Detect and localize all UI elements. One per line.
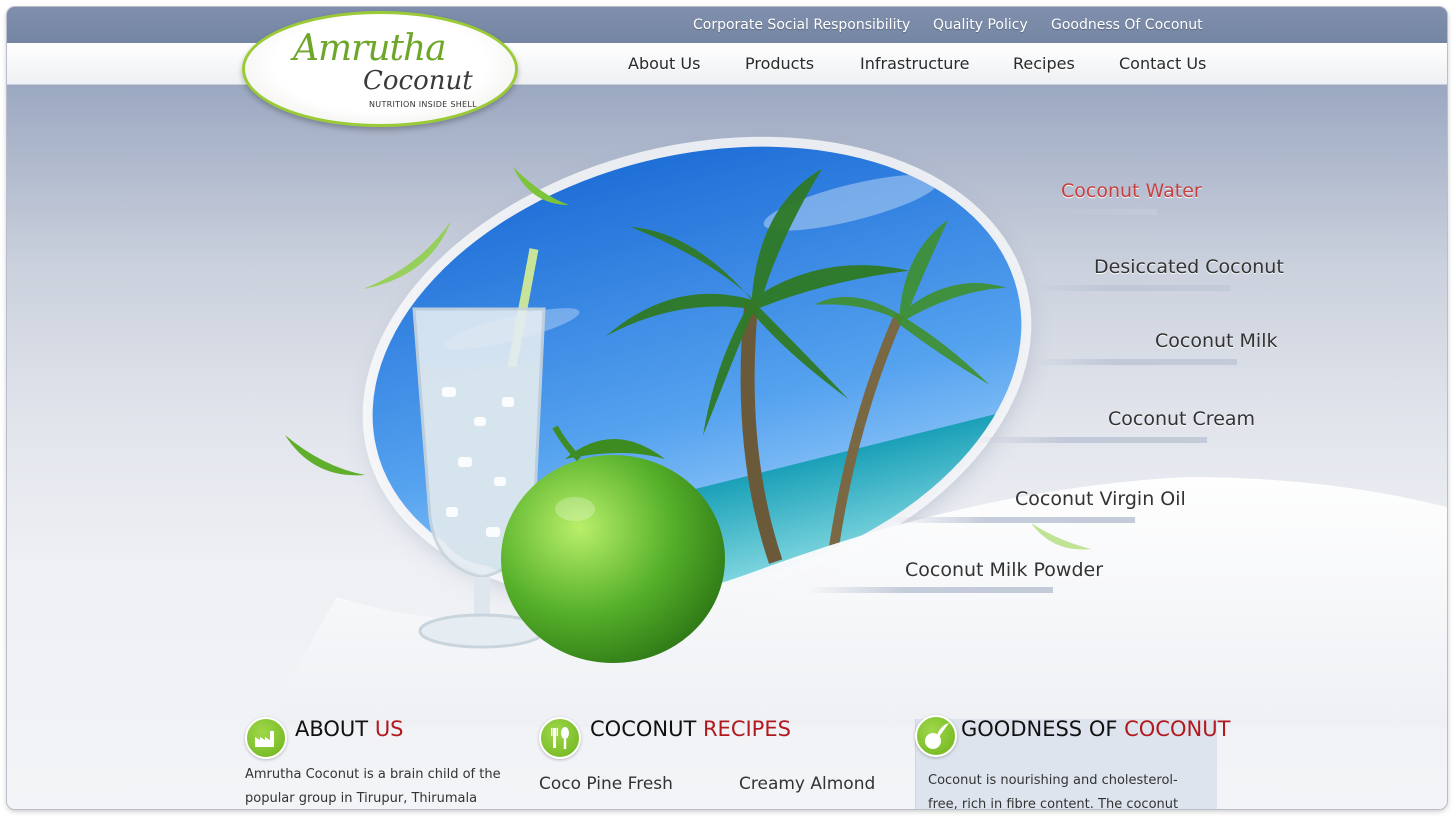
- recipe-coco-pine-fresh[interactable]: Coco Pine Fresh: [539, 774, 673, 794]
- goodness-text-line: Coconut is nourishing and cholesterol-: [928, 773, 1178, 788]
- nav-about-us[interactable]: About Us: [628, 54, 700, 73]
- product-coconut-cream[interactable]: Coconut Cream: [1108, 408, 1255, 430]
- factory-icon: [245, 717, 287, 759]
- nav-recipes[interactable]: Recipes: [1013, 54, 1075, 73]
- product-coconut-milk-powder[interactable]: Coconut Milk Powder: [905, 559, 1103, 581]
- brand-logo[interactable]: Amrutha Coconut NUTRITION INSIDE SHELL: [242, 11, 518, 127]
- product-divider: [1027, 285, 1231, 291]
- flying-leaf-icon: [1031, 523, 1091, 550]
- nav-products[interactable]: Products: [745, 54, 814, 73]
- coconut-leaf-icon: [915, 715, 957, 757]
- product-desiccated-coconut[interactable]: Desiccated Coconut: [1094, 256, 1284, 278]
- product-divider: [889, 517, 1135, 523]
- about-text-line: Amrutha Coconut is a brain child of the: [245, 767, 501, 782]
- product-divider: [971, 437, 1207, 443]
- goodness-text-line: free, rich in fibre content. The coconut: [928, 797, 1179, 809]
- product-divider: [997, 209, 1157, 215]
- about-heading-accent: US: [374, 717, 404, 741]
- about-us-heading: ABOUT US: [295, 717, 404, 741]
- goodness-text: Coconut is nourishing and cholesterol- f…: [928, 769, 1212, 809]
- logo-brand-name: Amrutha: [293, 28, 447, 69]
- logo-tagline: NUTRITION INSIDE SHELL: [369, 100, 477, 109]
- product-coconut-water[interactable]: Coconut Water: [1061, 180, 1202, 202]
- top-link-csr[interactable]: Corporate Social Responsibility: [693, 17, 910, 33]
- goodness-heading: GOODNESS OF COCONUT: [961, 717, 1230, 741]
- top-link-goodness[interactable]: Goodness Of Coconut: [1051, 17, 1203, 33]
- top-link-quality-policy[interactable]: Quality Policy: [933, 17, 1028, 33]
- product-divider: [1031, 359, 1237, 365]
- page-frame: Corporate Social Responsibility Quality …: [7, 7, 1447, 809]
- fork-spoon-icon: [539, 717, 581, 759]
- nav-infrastructure[interactable]: Infrastructure: [860, 54, 969, 73]
- product-coconut-virgin-oil[interactable]: Coconut Virgin Oil: [1015, 488, 1186, 510]
- main-nav-bar: [7, 43, 1447, 85]
- flying-leaf-icon: [513, 167, 569, 205]
- recipes-heading-accent: RECIPES: [702, 717, 791, 741]
- nav-contact-us[interactable]: Contact Us: [1119, 54, 1206, 73]
- about-heading-part: ABOUT: [295, 717, 375, 741]
- flying-leaf-icon: [285, 435, 365, 476]
- green-coconut: [501, 425, 725, 663]
- about-us-text: Amrutha Coconut is a brain child of the …: [245, 763, 515, 809]
- product-divider: [807, 587, 1053, 593]
- product-coconut-milk[interactable]: Coconut Milk: [1155, 330, 1278, 352]
- coconut-recipes-heading: COCONUT RECIPES: [590, 717, 791, 741]
- recipe-creamy-almond[interactable]: Creamy Almond: [739, 774, 875, 794]
- goodness-heading-accent: COCONUT: [1124, 717, 1231, 741]
- logo-brand-subname: Coconut: [363, 66, 473, 96]
- about-text-line: popular group in Tirupur, Thirumala: [245, 791, 478, 806]
- goodness-heading-part: GOODNESS OF: [961, 717, 1125, 741]
- recipes-heading-part: COCONUT: [590, 717, 703, 741]
